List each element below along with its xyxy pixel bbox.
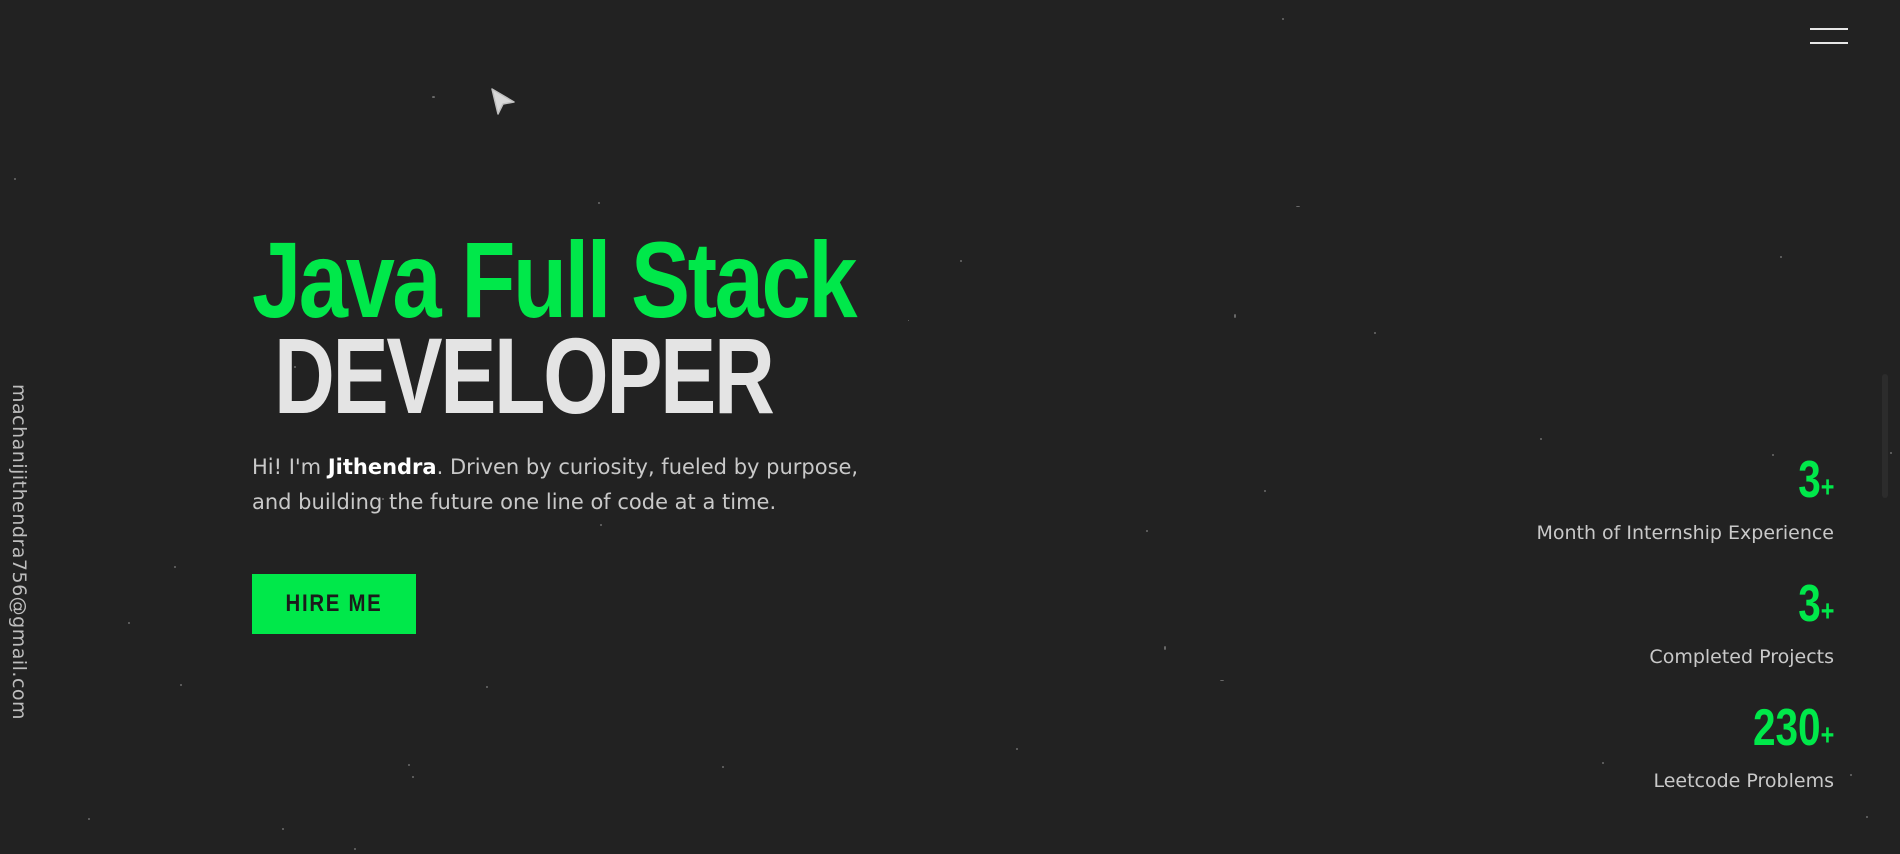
hero-intro-text: Hi! I'm Jithendra. Driven by curiosity, … — [252, 450, 892, 520]
scrollbar[interactable] — [1882, 374, 1888, 498]
intro-prefix: Hi! I'm — [252, 455, 328, 479]
stat-value: 3+ — [1797, 575, 1834, 633]
stat-internship: 3+ Month of Internship Experience — [1474, 452, 1834, 544]
stat-label: Completed Projects — [1649, 646, 1834, 668]
menu-line-bottom — [1810, 42, 1848, 44]
hire-me-button-label: HIRE ME — [285, 590, 383, 617]
cursor-pointer-icon — [491, 88, 515, 115]
stat-label: Leetcode Problems — [1653, 770, 1834, 792]
hero-title-line2: DEVELOPER — [274, 315, 775, 436]
menu-line-top — [1810, 28, 1848, 30]
side-email[interactable]: machanijithendra756@gmail.com — [8, 384, 30, 724]
hire-me-button[interactable]: HIRE ME — [252, 574, 416, 634]
hamburger-menu-button[interactable] — [1810, 26, 1848, 48]
stat-leetcode: 230+ Leetcode Problems — [1474, 700, 1834, 792]
intro-name: Jithendra — [327, 455, 437, 479]
hero-title-line1: Java Full Stack — [252, 219, 858, 340]
page: machanijithendra756@gmail.com Java Full … — [0, 0, 1900, 854]
stats-panel: 3+ Month of Internship Experience 3+ Com… — [1474, 452, 1834, 824]
stat-value: 230+ — [1752, 699, 1834, 757]
hero-section: Java Full Stack DEVELOPER Hi! I'm Jithen… — [252, 219, 972, 520]
stat-projects: 3+ Completed Projects — [1474, 576, 1834, 668]
stat-value: 3+ — [1797, 451, 1834, 509]
stat-label: Month of Internship Experience — [1536, 522, 1834, 544]
